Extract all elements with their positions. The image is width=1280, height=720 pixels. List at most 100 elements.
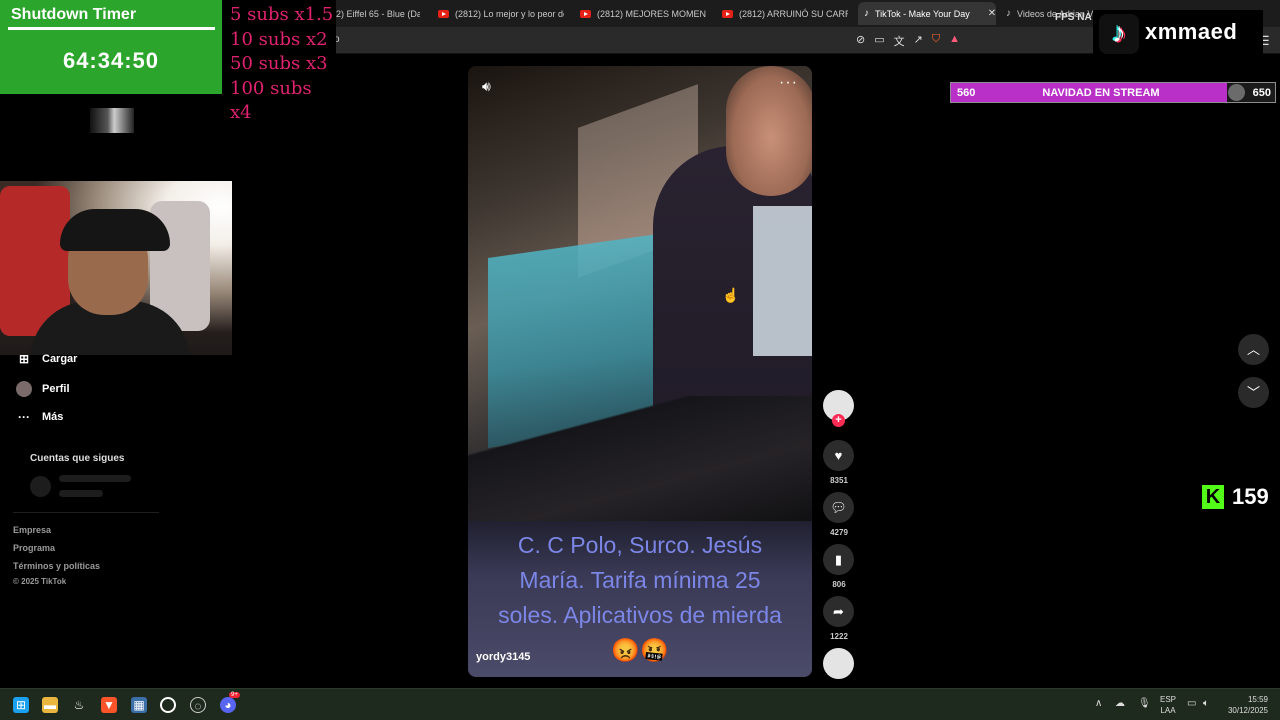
following-title: Cuentas que sigues: [30, 453, 125, 464]
multiplier-line: 100 subs x4: [230, 77, 312, 124]
share-arrow-icon: ➦: [833, 604, 844, 619]
goal-target: 650: [1252, 87, 1271, 99]
like-button[interactable]: ♥: [823, 440, 854, 471]
previous-video-button[interactable]: ︿: [1238, 334, 1269, 365]
footer-link-programa[interactable]: Programa: [13, 543, 55, 553]
notification-badge: 9+: [229, 692, 240, 698]
streamer-name: xmmaed: [1145, 19, 1238, 44]
comment-button[interactable]: 💬︎: [823, 492, 854, 523]
windows-taskbar: ⊞ ▬ ♨ ▼ ▦ ◌ ◕ 9+ ∧ ☁ 🎙︎ ESP LAA ▭ 🔈︎ 15:…: [0, 688, 1280, 720]
share-icon[interactable]: ↗: [914, 33, 923, 49]
brave-browser-icon[interactable]: ▼: [101, 697, 117, 713]
video-player[interactable]: C. C Polo, Surco. Jesús María. Tarifa mí…: [468, 66, 812, 677]
tiktok-logo-icon: ♪: [1099, 14, 1139, 54]
youtube-icon: [722, 9, 733, 18]
comment-icon: 💬︎: [830, 500, 847, 515]
timer-divider: [8, 27, 215, 30]
sidebar-item-upload[interactable]: ⊞ Cargar: [16, 352, 78, 366]
tab-label: (2812) Lo mejor y lo peor de 2(: [455, 8, 564, 19]
tab-arruino[interactable]: (2812) ARRUINÓ SU CARRERA: [722, 4, 848, 23]
fps-label: FPS NA: [1055, 12, 1092, 23]
discord-icon[interactable]: ◕: [220, 697, 236, 713]
tab-mejores-momentos[interactable]: (2812) MEJORES MOMENTOS !: [580, 4, 706, 23]
calculator-icon[interactable]: ▦: [131, 697, 147, 713]
video-person-face: [726, 66, 812, 196]
brave-shield-icon[interactable]: ⛉: [932, 33, 940, 49]
screen: st 2) Eiffel 65 - Blue (Da B (2812) Lo m…: [0, 0, 1280, 720]
share-count: 1222: [830, 632, 848, 641]
translate-icon[interactable]: 文: [894, 33, 905, 49]
kick-viewer-counter: K 159: [1202, 484, 1269, 510]
music-disc-icon[interactable]: [823, 648, 854, 679]
bookmark-button[interactable]: ▮: [823, 544, 854, 575]
language-code: ESP: [1160, 695, 1177, 704]
volume-icon[interactable]: 🔊︎: [482, 78, 491, 95]
volume-tray-icon[interactable]: 🔈︎: [1203, 698, 1209, 709]
no-tracking-icon[interactable]: ⊘: [856, 33, 865, 49]
multiplier-line: 50 subs x3: [230, 53, 328, 74]
onedrive-icon[interactable]: ☁: [1115, 698, 1125, 709]
share-button[interactable]: ➦: [823, 596, 854, 627]
avatar: [16, 381, 32, 397]
tab-tiktok[interactable]: ♪ TikTok - Make Your Day ✕: [858, 2, 996, 25]
fps-counter: FPS NA: [1055, 12, 1092, 23]
shutdown-timer-widget: Shutdown Timer 64:34:50: [0, 0, 222, 94]
bookmark-count: 806: [832, 580, 846, 589]
multiplier-line: 5 subs x1.5: [230, 4, 334, 25]
sidebar-item-label: Más: [42, 411, 64, 423]
skeleton-line: [59, 490, 103, 497]
skeleton-avatar: [30, 476, 51, 497]
keyboard-layout: LAA: [1160, 706, 1176, 715]
webcam-feed: [0, 181, 232, 355]
language-indicator[interactable]: ESP LAA: [1160, 694, 1176, 716]
video-car-door: [468, 396, 812, 536]
system-clock[interactable]: 15:59 30/12/2025: [1220, 694, 1268, 716]
footer-link-empresa[interactable]: Empresa: [13, 525, 51, 535]
goal-avatar: [1228, 84, 1245, 101]
sidebar-item-label: Cargar: [42, 353, 78, 365]
close-tab-icon[interactable]: ✕: [988, 8, 996, 19]
goal-title: NAVIDAD EN STREAM: [1042, 87, 1160, 99]
video-frame: [468, 66, 812, 536]
tiktok-icon: ♪: [864, 8, 869, 19]
video-username[interactable]: yordy3145: [476, 651, 530, 663]
tab-eiffel65[interactable]: 2) Eiffel 65 - Blue (Da B: [336, 4, 420, 23]
more-icon: ···: [18, 410, 30, 424]
youtube-icon: [580, 9, 591, 18]
heart-icon: ♥: [834, 448, 843, 463]
file-explorer-icon[interactable]: ▬: [42, 697, 58, 713]
address-bar-icons: ⊘ ▭ 文 ↗ ⛉ ▲: [856, 33, 960, 49]
tab-label: TikTok - Make Your Day: [875, 8, 970, 19]
steam-icon[interactable]: ♨: [71, 697, 87, 713]
hand-cursor-icon: ☝: [722, 287, 740, 303]
skeleton-line: [59, 475, 131, 482]
brave-rewards-icon[interactable]: ▲: [949, 33, 960, 49]
comment-count: 4279: [830, 528, 848, 537]
footer-link-terms[interactable]: Términos y políticas: [13, 561, 100, 571]
more-options-icon[interactable]: ···: [779, 74, 798, 92]
cast-icon[interactable]: ▭: [874, 33, 884, 49]
tiktok-icon: ♪: [1006, 8, 1011, 19]
microphone-icon[interactable]: 🎙︎: [1138, 698, 1151, 709]
tab-lo-mejor[interactable]: (2812) Lo mejor y lo peor de 2(: [438, 4, 564, 23]
obs-icon[interactable]: [160, 697, 176, 713]
timer-value: 64:34:50: [62, 48, 160, 73]
sidebar-item-more[interactable]: ··· Más: [16, 410, 63, 424]
bookmark-icon: ▮: [834, 552, 843, 567]
app-icon[interactable]: ◌: [190, 697, 206, 713]
next-video-button[interactable]: ﹀: [1238, 377, 1269, 408]
upload-icon: ⊞: [18, 352, 30, 366]
multiplier-line: 10 subs x2: [230, 28, 328, 50]
sidebar-item-profile[interactable]: Perfil: [16, 381, 70, 397]
tab-label: (2812) MEJORES MOMENTOS !: [597, 8, 706, 19]
windows-start-icon[interactable]: ⊞: [13, 697, 29, 713]
tab-label: 2) Eiffel 65 - Blue (Da B: [336, 8, 420, 19]
follow-plus-icon[interactable]: +: [832, 414, 845, 427]
video-caption: C. C Polo, Surco. Jesús María. Tarifa mí…: [498, 532, 782, 663]
tab-label: (2812) ARRUINÓ SU CARRERA: [739, 8, 848, 19]
streamer-brand: ♪ xmmaed: [1093, 10, 1263, 56]
tray-overflow-icon[interactable]: ∧: [1095, 698, 1102, 709]
youtube-icon: [438, 9, 449, 18]
clock-time: 15:59: [1247, 695, 1268, 704]
network-icon[interactable]: ▭: [1187, 698, 1196, 709]
